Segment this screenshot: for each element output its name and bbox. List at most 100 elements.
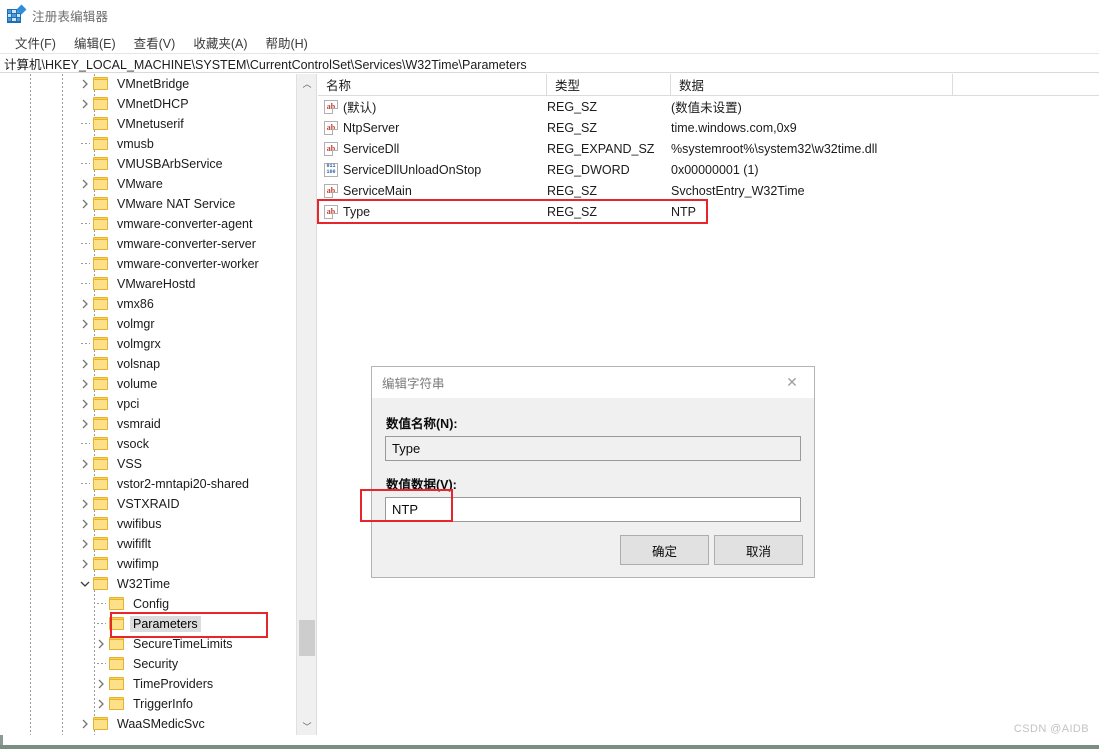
tree-item-vwififlt[interactable]: vwififlt [0,534,296,554]
chevron-right-icon[interactable] [77,554,93,574]
tree-item-vsmraid[interactable]: vsmraid [0,414,296,434]
folder-icon [109,637,125,651]
chevron-right-icon[interactable] [77,374,93,394]
value-name-label: 数值名称(N): [386,417,458,431]
menu-file[interactable]: 文件(F) [6,31,65,54]
cancel-button[interactable]: 取消 [714,535,803,565]
tree-item-volume[interactable]: volume [0,374,296,394]
chevron-right-icon[interactable] [93,634,109,654]
tree-item-vmwarehostd[interactable]: VMwareHostd [0,274,296,294]
tree-item-vpci[interactable]: vpci [0,394,296,414]
chevron-right-icon[interactable] [77,714,93,734]
folder-icon [93,297,109,311]
menu-view[interactable]: 查看(V) [125,31,185,54]
tree-item-waasmedicsvc[interactable]: WaaSMedicSvc [0,714,296,734]
menu-help[interactable]: 帮助(H) [256,31,316,54]
chevron-right-icon[interactable] [77,494,93,514]
tree-item-vwifibus[interactable]: vwifibus [0,514,296,534]
tree-item-vmnetdhcp[interactable]: VMnetDHCP [0,94,296,114]
table-row[interactable]: ab ServiceDll REG_EXPAND_SZ %systemroot%\sy… [318,138,1099,159]
folder-icon [93,357,109,371]
chevron-right-icon[interactable] [77,394,93,414]
tree-item-volmgr[interactable]: volmgr [0,314,296,334]
tree-item-vstor2-mntapi20-shared[interactable]: vstor2-mntapi20-shared [0,474,296,494]
tree-vertical-scrollbar[interactable]: ︿ ﹀ [296,74,316,735]
column-data[interactable]: 数据 [671,74,953,95]
tree-item-vmware-converter-server[interactable]: vmware-converter-server [0,234,296,254]
chevron-right-icon[interactable] [93,694,109,714]
chevron-right-icon[interactable] [77,314,93,334]
tree-item-label: vsmraid [117,417,161,431]
tree-item-vmware-converter-agent[interactable]: vmware-converter-agent [0,214,296,234]
chevron-right-icon[interactable] [77,514,93,534]
menu-favorites[interactable]: 收藏夹(A) [184,31,256,54]
tree-item-label: VMUSBArbService [117,157,223,171]
tree-item-vstxraid[interactable]: VSTXRAID [0,494,296,514]
chevron-right-icon[interactable] [77,354,93,374]
chevron-right-icon[interactable] [77,94,93,114]
folder-icon [93,97,109,111]
folder-icon [93,157,109,171]
tree-item-volsnap[interactable]: volsnap [0,354,296,374]
chevron-right-icon[interactable] [77,454,93,474]
column-type[interactable]: 类型 [547,74,671,95]
tree-connector [77,114,93,134]
table-row[interactable]: ab ServiceMain REG_SZ SvchostEntry_W32Time [318,180,1099,201]
table-row[interactable]: ab (默认) REG_SZ (数值未设置) [318,96,1099,117]
value-name-cell: ab ServiceMain [318,180,412,201]
chevron-right-icon[interactable] [77,194,93,214]
tree-item-config[interactable]: Config [0,594,296,614]
tree-item-volmgrx[interactable]: volmgrx [0,334,296,354]
registry-editor-window: 注册表编辑器 文件(F) 编辑(E) 查看(V) 收藏夹(A) 帮助(H) 计算… [0,0,1099,749]
chevron-down-icon[interactable] [77,574,93,594]
tree-item-timeproviders[interactable]: TimeProviders [0,674,296,694]
tree-item-vss[interactable]: VSS [0,454,296,474]
chevron-right-icon[interactable] [77,534,93,554]
chevron-right-icon[interactable] [77,174,93,194]
tree-connector [77,254,93,274]
tree-scroll-thumb[interactable] [299,620,315,656]
tree-connector [93,614,109,634]
tree-item-vmusbarbservice[interactable]: VMUSBArbService [0,154,296,174]
tree-item-securetimelimits[interactable]: SecureTimeLimits [0,634,296,654]
tree-item-vmx86[interactable]: vmx86 [0,294,296,314]
values-list[interactable]: ab (默认) REG_SZ (数值未设置) ab NtpServer REG_SZ time… [318,96,1099,222]
value-data-input[interactable]: NTP [385,497,801,522]
string-value-icon: ab [324,183,338,198]
tree-item-w32time[interactable]: W32Time [0,574,296,594]
tree-item-vmware-converter-worker[interactable]: vmware-converter-worker [0,254,296,274]
folder-icon [93,717,109,731]
scroll-down-icon[interactable]: ﹀ [297,717,316,735]
table-row[interactable]: 011 100 ServiceDllUnloadOnStop REG_DWORD 0x0… [318,159,1099,180]
folder-icon [93,497,109,511]
table-row[interactable]: ab Type REG_SZ NTP [318,201,1099,222]
value-name-input[interactable]: Type [385,436,801,461]
registry-tree[interactable]: VMnetBridge VMnetDHCP VMnetuserif vmusb VMUS… [0,74,296,734]
tree-item-vmnetuserif[interactable]: VMnetuserif [0,114,296,134]
tree-item-vwifimp[interactable]: vwifimp [0,554,296,574]
tree-item-triggerinfo[interactable]: TriggerInfo [0,694,296,714]
tree-item-vmware-nat-service[interactable]: VMware NAT Service [0,194,296,214]
menu-edit[interactable]: 编辑(E) [65,31,125,54]
tree-item-vmusb[interactable]: vmusb [0,134,296,154]
close-icon[interactable]: ✕ [770,367,814,397]
values-column-header: 名称 类型 数据 [318,74,1099,96]
value-type-cell: REG_EXPAND_SZ [547,141,655,156]
tree-item-vmware[interactable]: VMware [0,174,296,194]
tree-item-label: WaaSMedicSvc [117,717,205,731]
tree-item-vsock[interactable]: vsock [0,434,296,454]
value-data-cell: NTP [671,204,696,219]
tree-item-vmnetbridge[interactable]: VMnetBridge [0,74,296,94]
ok-button[interactable]: 确定 [620,535,709,565]
column-name[interactable]: 名称 [318,74,547,95]
scroll-up-icon[interactable]: ︿ [297,74,316,92]
table-row[interactable]: ab NtpServer REG_SZ time.windows.com,0x9 [318,117,1099,138]
address-bar[interactable]: 计算机\HKEY_LOCAL_MACHINE\SYSTEM\CurrentCon… [0,53,1099,73]
tree-item-parameters[interactable]: Parameters [0,614,296,634]
value-type-cell: REG_SZ [547,99,598,114]
chevron-right-icon[interactable] [77,74,93,94]
chevron-right-icon[interactable] [77,294,93,314]
tree-item-security[interactable]: Security [0,654,296,674]
chevron-right-icon[interactable] [77,414,93,434]
chevron-right-icon[interactable] [93,674,109,694]
